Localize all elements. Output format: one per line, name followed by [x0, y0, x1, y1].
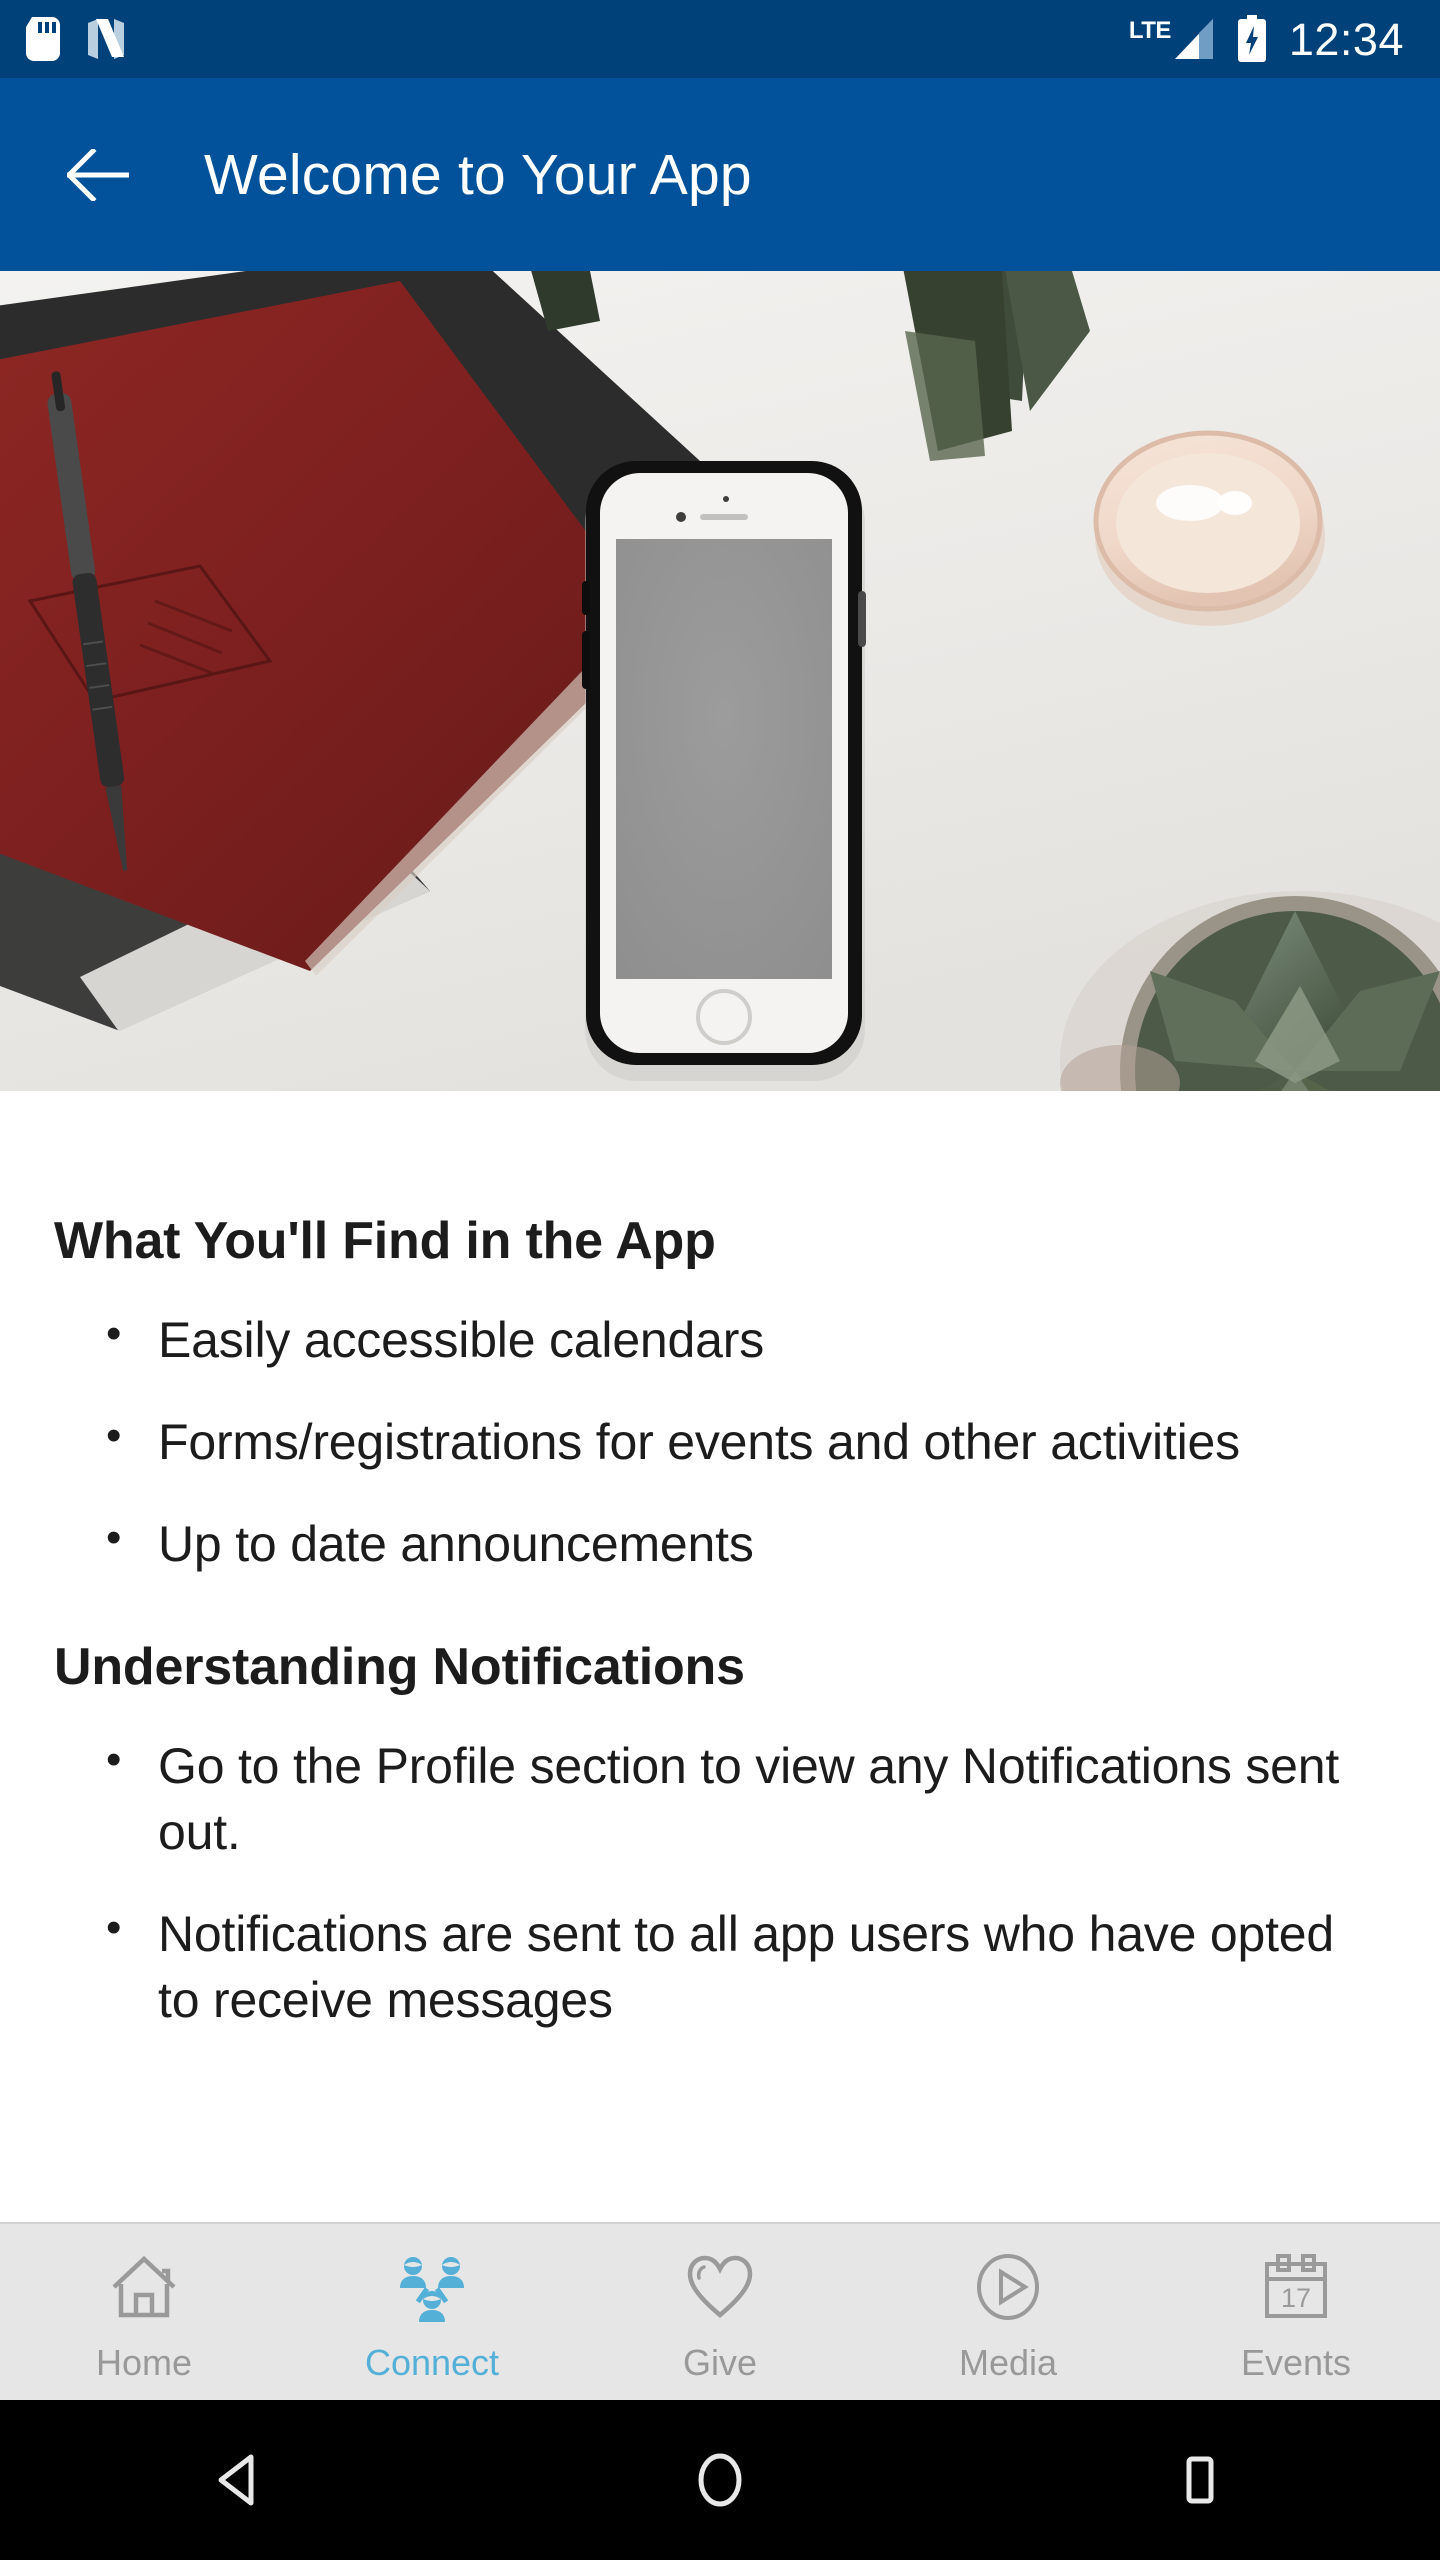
back-arrow-icon	[67, 148, 129, 201]
nav-home-button[interactable]	[480, 2447, 960, 2513]
back-button[interactable]	[50, 127, 146, 223]
circle-home-icon	[698, 2453, 742, 2507]
list-item: Up to date announcements	[54, 1509, 1386, 1577]
tab-home[interactable]: Home	[0, 2224, 288, 2400]
section-heading: Understanding Notifications	[54, 1638, 745, 1696]
section-heading: What You'll Find in the App	[54, 1212, 716, 1270]
page-title: Welcome to Your App	[204, 142, 752, 207]
tab-label: Events	[1240, 2342, 1352, 2383]
signal-bars-icon	[1173, 17, 1215, 61]
sd-card-icon	[26, 17, 60, 61]
status-bar-clock: 12:34	[1288, 13, 1404, 65]
battery-charging-icon	[1237, 15, 1267, 63]
play-circle-icon	[967, 2246, 1049, 2328]
nav-back-button[interactable]	[0, 2447, 480, 2513]
nav-recents-button[interactable]	[960, 2447, 1440, 2513]
status-bar: LTE 12:34	[0, 0, 1440, 78]
bottom-tab-bar: Home Connect Give Media 17 Events	[0, 2222, 1440, 2400]
lte-label: LTE	[1128, 17, 1172, 44]
phone-screen: LTE 12:34 Welcome to Your App What You'l…	[0, 0, 1440, 2560]
status-bar-left-icons	[26, 17, 126, 61]
bullet-list: Easily accessible calendars Forms/regist…	[54, 1305, 1386, 1577]
heart-icon	[679, 2246, 761, 2328]
triangle-back-icon	[218, 2454, 254, 2506]
people-group-icon	[391, 2246, 473, 2328]
list-item: Easily accessible calendars	[54, 1305, 1386, 1373]
tab-label: Media	[958, 2342, 1058, 2383]
calendar-icon: 17	[1255, 2246, 1337, 2328]
hero-image	[0, 271, 1440, 1091]
square-recents-icon	[1186, 2456, 1214, 2504]
list-item: Forms/registrations for events and other…	[54, 1407, 1386, 1475]
network-type-indicator: LTE	[1129, 17, 1215, 61]
bullet-list: Go to the Profile section to view any No…	[54, 1731, 1386, 2033]
calendar-day-number: 17	[1281, 2283, 1311, 2313]
tab-give[interactable]: Give	[576, 2224, 864, 2400]
article-content[interactable]: What You'll Find in the App Easily acces…	[0, 1091, 1440, 2222]
app-bar: Welcome to Your App	[0, 78, 1440, 271]
android-nougat-icon	[86, 17, 126, 61]
list-item: Go to the Profile section to view any No…	[54, 1731, 1386, 1865]
tab-connect[interactable]: Connect	[288, 2224, 576, 2400]
list-item: Notifications are sent to all app users …	[54, 1899, 1386, 2033]
tab-media[interactable]: Media	[864, 2224, 1152, 2400]
tab-label: Give	[682, 2342, 758, 2383]
tab-events[interactable]: 17 Events	[1152, 2224, 1440, 2400]
hero-illustration	[0, 271, 1440, 1091]
tab-label: Connect	[364, 2342, 500, 2383]
android-navigation-bar	[0, 2400, 1440, 2560]
house-icon	[103, 2246, 185, 2328]
tab-label: Home	[95, 2342, 193, 2383]
status-bar-right-icons: LTE 12:34	[1129, 15, 1404, 63]
